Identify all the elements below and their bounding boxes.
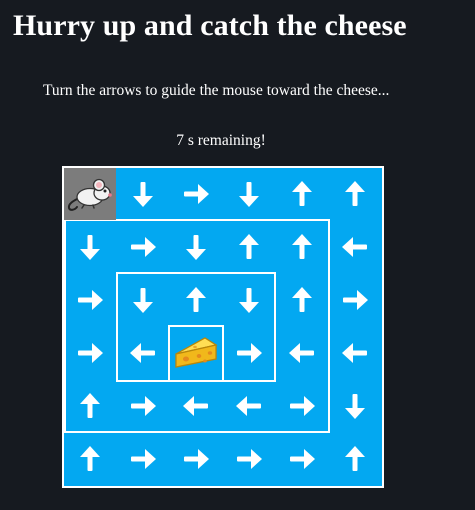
arrow-tile-r6-c5[interactable] bbox=[276, 433, 328, 485]
arrow-tile-r1-c6[interactable] bbox=[329, 168, 381, 220]
arrow-tile-r3-c2[interactable] bbox=[117, 274, 169, 326]
arrow-left-icon bbox=[128, 338, 158, 368]
arrow-right-icon bbox=[181, 444, 211, 474]
arrow-tile-r2-c4[interactable] bbox=[223, 221, 275, 273]
arrow-tile-r6-c2[interactable] bbox=[117, 433, 169, 485]
arrow-right-icon bbox=[128, 391, 158, 421]
cheese-cell bbox=[170, 327, 222, 379]
arrow-right-icon bbox=[287, 391, 317, 421]
arrow-tile-r5-c6[interactable] bbox=[329, 380, 381, 432]
arrow-tile-r6-c6[interactable] bbox=[329, 433, 381, 485]
arrow-tile-r2-c6[interactable] bbox=[329, 221, 381, 273]
arrow-up-icon bbox=[75, 444, 105, 474]
mouse-cell bbox=[64, 168, 116, 220]
arrow-tile-r5-c4[interactable] bbox=[223, 380, 275, 432]
arrow-up-icon bbox=[234, 232, 264, 262]
arrow-left-icon bbox=[234, 391, 264, 421]
arrow-right-icon bbox=[340, 285, 370, 315]
arrow-right-icon bbox=[287, 444, 317, 474]
arrow-down-icon bbox=[234, 179, 264, 209]
arrow-down-icon bbox=[340, 391, 370, 421]
arrow-right-icon bbox=[75, 285, 105, 315]
instructions-text: Turn the arrows to guide the mouse towar… bbox=[43, 82, 390, 99]
game-title: Hurry up and catch the cheese bbox=[13, 9, 407, 42]
countdown-timer: 7 s remaining! bbox=[176, 132, 266, 149]
arrow-tile-r3-c1[interactable] bbox=[64, 274, 116, 326]
arrow-up-icon bbox=[181, 285, 211, 315]
arrow-tile-r6-c1[interactable] bbox=[64, 433, 116, 485]
maze-board bbox=[62, 166, 384, 488]
arrow-tile-r3-c5[interactable] bbox=[276, 274, 328, 326]
arrow-tile-r2-c2[interactable] bbox=[117, 221, 169, 273]
arrow-tile-r2-c1[interactable] bbox=[64, 221, 116, 273]
arrow-tile-r1-c5[interactable] bbox=[276, 168, 328, 220]
arrow-tile-r4-c2[interactable] bbox=[117, 327, 169, 379]
arrow-down-icon bbox=[128, 285, 158, 315]
arrow-tile-r1-c3[interactable] bbox=[170, 168, 222, 220]
arrow-right-icon bbox=[234, 444, 264, 474]
arrow-tile-r4-c5[interactable] bbox=[276, 327, 328, 379]
arrow-tile-r4-c4[interactable] bbox=[223, 327, 275, 379]
arrow-tile-r4-c1[interactable] bbox=[64, 327, 116, 379]
arrow-left-icon bbox=[181, 391, 211, 421]
arrow-tile-r4-c6[interactable] bbox=[329, 327, 381, 379]
arrow-tile-r3-c4[interactable] bbox=[223, 274, 275, 326]
arrow-tile-r1-c2[interactable] bbox=[117, 168, 169, 220]
arrow-tile-r3-c3[interactable] bbox=[170, 274, 222, 326]
arrow-right-icon bbox=[128, 444, 158, 474]
arrow-tile-r5-c5[interactable] bbox=[276, 380, 328, 432]
arrow-up-icon bbox=[340, 444, 370, 474]
arrow-down-icon bbox=[128, 179, 158, 209]
arrow-tile-r5-c3[interactable] bbox=[170, 380, 222, 432]
arrow-up-icon bbox=[340, 179, 370, 209]
arrow-tile-r5-c1[interactable] bbox=[64, 380, 116, 432]
arrow-up-icon bbox=[287, 179, 317, 209]
mouse-icon bbox=[66, 174, 114, 214]
arrow-down-icon bbox=[234, 285, 264, 315]
arrow-up-icon bbox=[287, 232, 317, 262]
arrow-up-icon bbox=[287, 285, 317, 315]
arrow-tile-r6-c3[interactable] bbox=[170, 433, 222, 485]
arrow-left-icon bbox=[340, 338, 370, 368]
arrow-left-icon bbox=[340, 232, 370, 262]
arrow-tile-r2-c3[interactable] bbox=[170, 221, 222, 273]
arrow-tile-r2-c5[interactable] bbox=[276, 221, 328, 273]
arrow-right-icon bbox=[234, 338, 264, 368]
arrow-down-icon bbox=[181, 232, 211, 262]
arrow-tile-r1-c4[interactable] bbox=[223, 168, 275, 220]
cheese-icon bbox=[172, 333, 220, 373]
arrow-left-icon bbox=[287, 338, 317, 368]
arrow-tile-r6-c4[interactable] bbox=[223, 433, 275, 485]
arrow-right-icon bbox=[75, 338, 105, 368]
arrow-right-icon bbox=[181, 179, 211, 209]
arrow-up-icon bbox=[75, 391, 105, 421]
arrow-right-icon bbox=[128, 232, 158, 262]
arrow-down-icon bbox=[75, 232, 105, 262]
arrow-tile-r5-c2[interactable] bbox=[117, 380, 169, 432]
arrow-tile-r3-c6[interactable] bbox=[329, 274, 381, 326]
